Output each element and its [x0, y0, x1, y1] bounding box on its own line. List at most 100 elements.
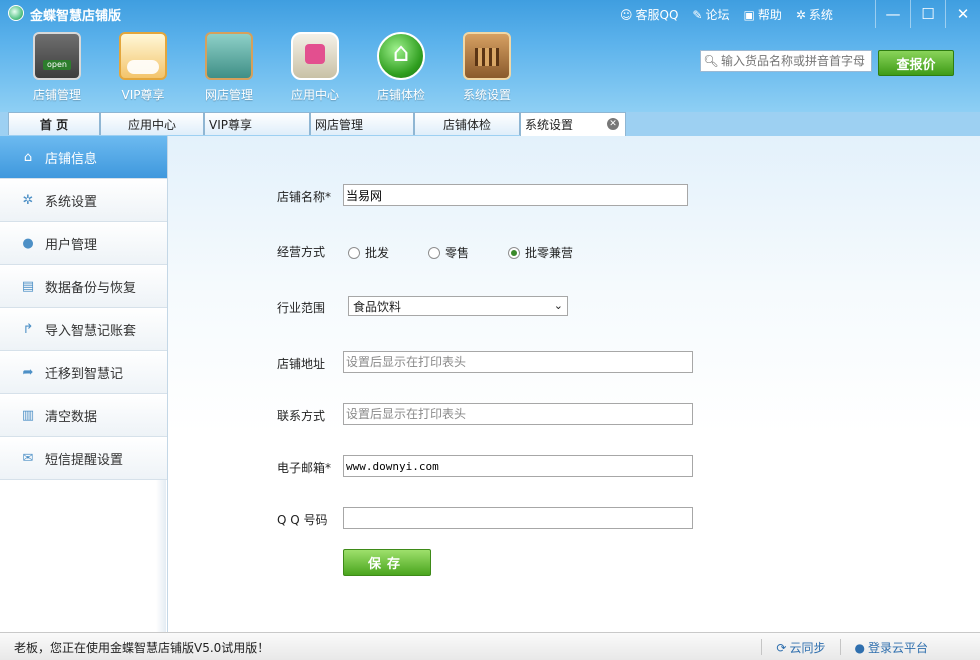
import-icon: ↱ [22, 321, 34, 337]
cloud-sync-link[interactable]: ⟳ 云同步 [776, 639, 825, 656]
tab-health-check[interactable]: 店铺体检 [414, 112, 520, 135]
status-links: ⟳ 云同步 ● 登录云平台 [761, 639, 928, 656]
sidebar-item-user-management[interactable]: ● 用户管理 [0, 222, 167, 265]
radio-label: 批发 [365, 246, 390, 260]
search-icon: 🔍︎ [703, 54, 719, 68]
sidebar-item-label: 迁移到智慧记 [45, 366, 124, 382]
sidebar-item-system-settings[interactable]: ✲ 系统设置 [0, 179, 167, 222]
sidebar-item-backup[interactable]: ▤ 数据备份与恢复 [0, 265, 167, 308]
settings-box-icon [463, 32, 511, 80]
tab-online-store[interactable]: 网店管理 [310, 112, 414, 135]
tab-vip[interactable]: VIP尊享 [204, 112, 310, 135]
sidebar-item-sms[interactable]: ✉ 短信提醒设置 [0, 437, 167, 480]
store-info-form: 店铺名称* 经营方式 批发 零售 批零兼营 行业范围 食品饮料 ⌄ 店铺地址 联… [168, 136, 980, 632]
sidebar-item-clear-data[interactable]: ▥ 清空数据 [0, 394, 167, 437]
cloud-sync-icon: ⟳ [776, 640, 787, 655]
search-box: 🔍︎ [700, 50, 872, 72]
toolbar-app-center[interactable]: 应用中心 [272, 32, 358, 103]
toolbar-health-check[interactable]: 店铺体检 [358, 32, 444, 103]
app-title: 金蝶智慧店铺版 [30, 9, 122, 24]
app-logo-icon [8, 5, 24, 21]
close-button[interactable]: ✕ [945, 0, 980, 28]
sidebar: ⌂ 店铺信息 ✲ 系统设置 ● 用户管理 ▤ 数据备份与恢复 ↱ 导入智慧记账套… [0, 136, 168, 632]
address-field[interactable] [343, 351, 693, 373]
vip-card-icon [119, 32, 167, 80]
toolbar-label: 店铺体检 [376, 88, 425, 102]
close-icon[interactable]: ✕ [607, 118, 619, 130]
store-icon: ⌂ [23, 149, 33, 165]
sidebar-item-label: 清空数据 [45, 409, 98, 425]
qq-field[interactable] [343, 507, 693, 529]
toolbar-shop-management[interactable]: 店铺管理 [14, 32, 100, 103]
store-name-field[interactable] [343, 184, 688, 206]
search-input[interactable] [721, 54, 869, 68]
check-price-button[interactable]: 查报价 [878, 50, 954, 76]
radio-retail[interactable]: 零售 [428, 244, 469, 261]
tab-label: 系统设置 [525, 118, 574, 132]
top-link-help[interactable]: ▣ 帮助 [744, 6, 782, 23]
status-bar: 老板，您正在使用金蝶智慧店铺版V5.0试用版！ ⟳ 云同步 ● 登录云平台 [0, 632, 980, 660]
store-name-label: 店铺名称* [277, 190, 332, 204]
status-message: 老板，您正在使用金蝶智慧店铺版V5.0试用版！ [14, 641, 270, 655]
toolbar-label: VIP尊享 [121, 88, 165, 102]
top-link-qq[interactable]: ☺ 客服QQ [620, 6, 678, 23]
industry-select[interactable]: 食品饮料 ⌄ [348, 296, 568, 316]
main-toolbar: 店铺管理 VIP尊享 网店管理 应用中心 店铺体检 系统设置 [14, 32, 530, 103]
radio-wholesale-retail[interactable]: 批零兼营 [508, 244, 573, 261]
toolbar-online-store[interactable]: 网店管理 [186, 32, 272, 103]
radio-indicator [428, 246, 440, 259]
toolbar-label: 应用中心 [290, 88, 339, 102]
health-check-icon [377, 32, 425, 80]
top-link-system[interactable]: ✲ 系统 [796, 6, 833, 23]
top-link-label: 帮助 [757, 8, 782, 22]
top-link-label: 客服QQ [635, 8, 679, 22]
maximize-button[interactable]: ☐ [910, 0, 945, 28]
migrate-icon: ➦ [22, 364, 34, 380]
radio-wholesale[interactable]: 批发 [348, 244, 389, 261]
help-icon: ▣ [743, 7, 755, 22]
minimize-button[interactable]: — [875, 0, 910, 28]
email-field[interactable] [343, 455, 693, 477]
tab-system-settings[interactable]: 系统设置 ✕ [520, 112, 626, 136]
divider [761, 639, 763, 655]
toolbar-label: 系统设置 [462, 88, 511, 102]
cloud-login-label: 登录云平台 [867, 641, 928, 655]
tab-home[interactable]: 首 页 [8, 112, 100, 135]
sidebar-item-migrate[interactable]: ➦ 迁移到智慧记 [0, 351, 167, 394]
divider [839, 639, 841, 655]
radio-indicator [348, 246, 360, 259]
radio-indicator [508, 246, 520, 259]
sidebar-item-store-info[interactable]: ⌂ 店铺信息 [0, 136, 167, 179]
sidebar-item-label: 数据备份与恢复 [45, 280, 137, 296]
address-label: 店铺地址 [277, 357, 326, 371]
chevron-down-icon: ⌄ [553, 299, 563, 312]
save-button[interactable]: 保存 [343, 549, 431, 576]
window-controls: — ☐ ✕ [875, 0, 980, 28]
radio-label: 零售 [445, 246, 470, 260]
trash-icon: ▥ [21, 407, 35, 423]
contact-label: 联系方式 [277, 409, 326, 423]
toolbar-system-settings[interactable]: 系统设置 [444, 32, 530, 103]
industry-select-value: 食品饮料 [353, 299, 402, 314]
cloud-sync-label: 云同步 [789, 641, 826, 655]
top-link-forum[interactable]: ✎ 论坛 [692, 6, 729, 23]
sms-icon: ✉ [22, 450, 34, 466]
user-icon: ● [22, 235, 34, 251]
cloud-login-link[interactable]: ● 登录云平台 [855, 639, 929, 656]
sidebar-item-label: 短信提醒设置 [45, 452, 124, 468]
sidebar-item-import[interactable]: ↱ 导入智慧记账套 [0, 308, 167, 351]
header: 金蝶智慧店铺版 ☺ 客服QQ ✎ 论坛 ▣ 帮助 ✲ 系统 — ☐ ✕ open… [0, 0, 980, 112]
user-icon: ● [854, 640, 865, 655]
contact-field[interactable] [343, 403, 693, 425]
qq-icon: ☺ [620, 7, 633, 22]
backup-icon: ▤ [21, 278, 35, 294]
sidebar-item-label: 店铺信息 [45, 151, 98, 167]
tab-app-center[interactable]: 应用中心 [100, 112, 204, 135]
industry-label: 行业范围 [277, 301, 326, 315]
sidebar-item-label: 用户管理 [45, 237, 98, 253]
toolbar-vip[interactable]: VIP尊享 [100, 32, 186, 103]
title-bar: 金蝶智慧店铺版 ☺ 客服QQ ✎ 论坛 ▣ 帮助 ✲ 系统 — ☐ ✕ [0, 0, 980, 28]
app-center-icon [291, 32, 339, 80]
toolbar-label: 网店管理 [204, 88, 253, 102]
gear-icon: ✲ [795, 7, 806, 22]
